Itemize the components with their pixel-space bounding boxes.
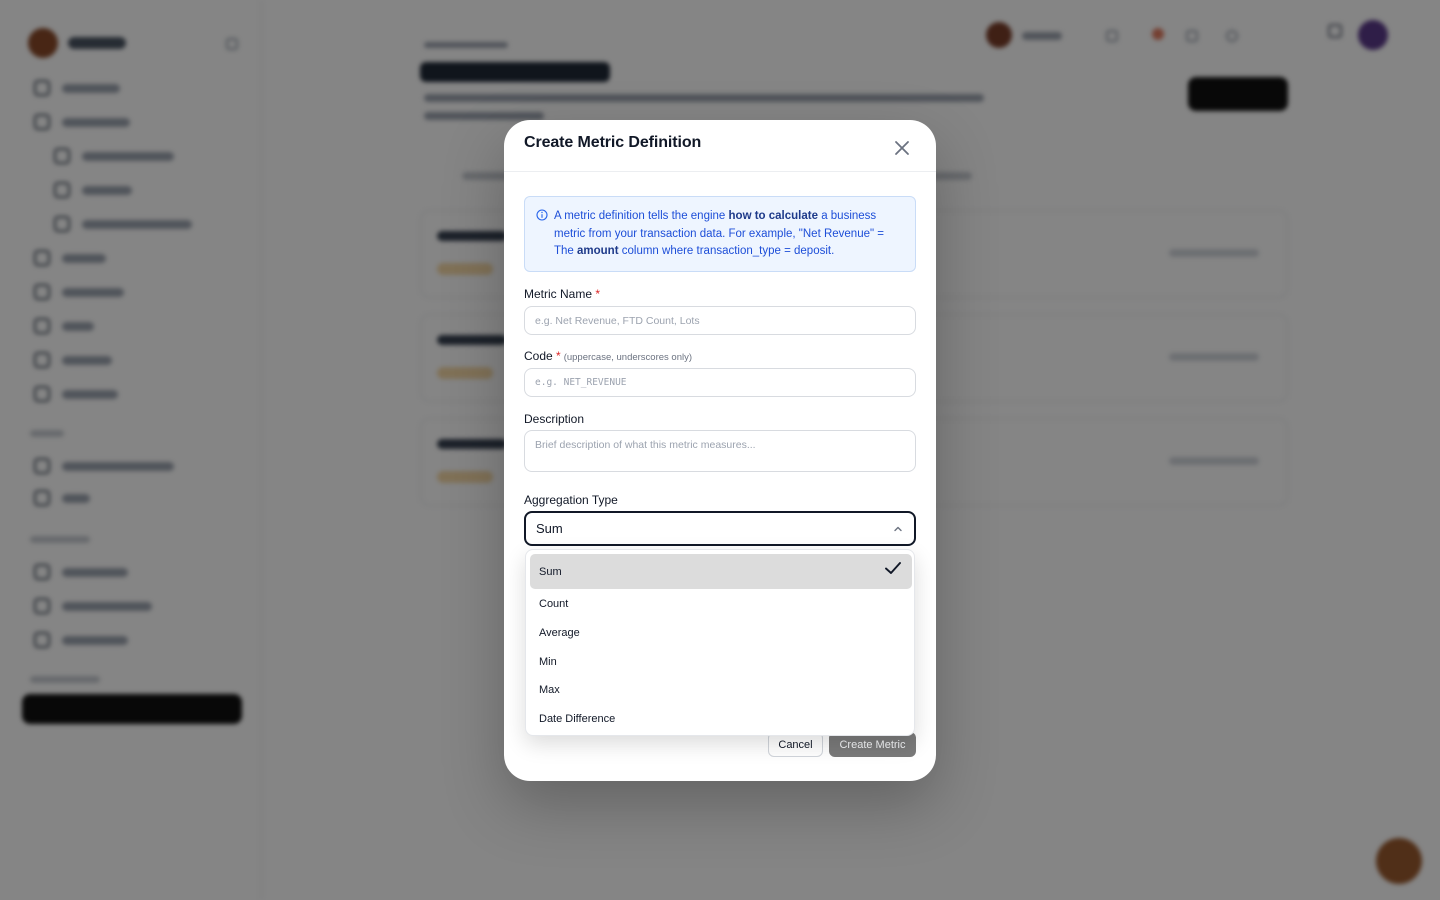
code-label: Code * (uppercase, underscores only) — [524, 349, 692, 363]
info-text-part: column where transaction_type = deposit. — [618, 245, 835, 257]
option-sum[interactable]: Sum — [530, 554, 912, 589]
aggregation-type-label: Aggregation Type — [524, 493, 618, 507]
metric-name-label: Metric Name * — [524, 287, 600, 301]
code-input[interactable]: e.g. NET_REVENUE — [524, 368, 916, 397]
info-text-part: A metric definition tells the engine — [554, 210, 729, 222]
description-label: Description — [524, 412, 585, 426]
dialog-header: Create Metric Definition — [504, 120, 936, 172]
option-count[interactable]: Count — [530, 591, 912, 617]
option-min[interactable]: Min — [530, 649, 912, 675]
required-marker: * — [595, 287, 601, 301]
option-date-difference[interactable]: Date Difference — [530, 706, 912, 732]
check-icon — [885, 562, 901, 574]
close-icon — [895, 141, 909, 155]
chevron-up-icon — [894, 526, 902, 531]
info-text: A metric definition tells the engine how… — [554, 208, 906, 261]
label-text: Metric Name — [524, 287, 593, 301]
metric-name-input[interactable]: e.g. Net Revenue, FTD Count, Lots — [524, 306, 916, 335]
info-icon — [536, 209, 548, 221]
info-text-emphasis: amount — [577, 245, 619, 257]
code-hint: (uppercase, underscores only) — [563, 352, 693, 363]
aggregation-type-listbox: Sum Count Average Min Max Date Differenc… — [525, 549, 915, 736]
aggregation-type-select[interactable]: Sum — [524, 511, 916, 546]
info-callout: A metric definition tells the engine how… — [524, 196, 916, 272]
option-average[interactable]: Average — [530, 620, 912, 646]
required-marker: * — [556, 349, 561, 363]
description-textarea[interactable]: Brief description of what this metric me… — [524, 430, 916, 472]
option-max[interactable]: Max — [530, 677, 912, 703]
info-text-emphasis: how to calculate — [728, 210, 818, 222]
close-button[interactable] — [892, 138, 912, 158]
label-text: Code — [524, 349, 553, 363]
select-value: Sum — [536, 521, 563, 536]
dialog-title: Create Metric Definition — [524, 134, 702, 151]
